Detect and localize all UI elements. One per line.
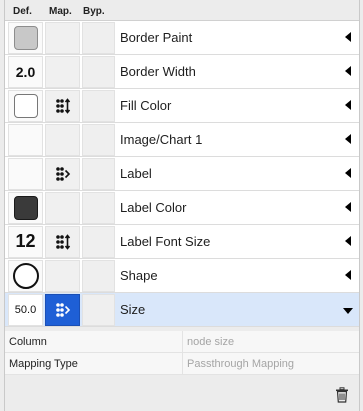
bypass-cell[interactable] <box>82 89 115 122</box>
column-header: Def. Map. Byp. <box>5 0 359 20</box>
map-column-header: Map. <box>49 6 72 17</box>
expand-arrow-icon[interactable] <box>345 168 351 178</box>
gray-swatch-icon <box>13 25 38 50</box>
mapping-cell[interactable] <box>45 89 80 122</box>
mapping-properties-table: Column node size Mapping Type Passthroug… <box>5 331 359 375</box>
property-label: Label Font Size <box>120 234 211 249</box>
default-value-cell[interactable] <box>8 123 43 156</box>
byp-column-header: Byp. <box>83 6 105 17</box>
mapping-type-value[interactable]: Passthrough Mapping <box>183 358 294 370</box>
dark-swatch-icon <box>13 195 38 220</box>
default-value-cell[interactable]: 2.0 <box>8 55 43 88</box>
bypass-cell[interactable] <box>82 259 115 292</box>
default-value-cell[interactable]: 50.0 <box>8 293 43 326</box>
bypass-cell[interactable] <box>82 55 115 88</box>
mapping-cell[interactable] <box>45 157 80 190</box>
mapping-cell[interactable] <box>45 55 80 88</box>
property-row-image-chart-1[interactable]: Image/Chart 1 <box>5 123 359 157</box>
property-row-shape[interactable]: Shape <box>5 259 359 293</box>
expand-arrow-icon[interactable] <box>345 236 351 246</box>
bypass-cell[interactable] <box>82 123 115 156</box>
property-label: Size <box>120 302 146 317</box>
property-key: Column <box>5 331 183 352</box>
bypass-cell[interactable] <box>82 225 115 258</box>
expand-arrow-icon[interactable] <box>345 32 351 42</box>
mapping-cell[interactable] <box>45 259 80 292</box>
def-column-header: Def. <box>13 6 32 17</box>
style-properties-panel: Def. Map. Byp. Border Paint 2.0 Border W… <box>4 0 360 411</box>
property-row-border-width[interactable]: 2.0 Border Width <box>5 55 359 89</box>
property-label: Label Color <box>120 200 187 215</box>
mapping-cell[interactable] <box>45 123 80 156</box>
property-row-label-color[interactable]: Label Color <box>5 191 359 225</box>
default-value-cell[interactable] <box>8 21 43 54</box>
default-value-cell[interactable]: 12 <box>8 225 43 258</box>
expand-arrow-icon[interactable] <box>345 134 351 144</box>
property-key: Mapping Type <box>5 353 183 374</box>
default-value-cell[interactable] <box>8 191 43 224</box>
property-label: Border Width <box>120 64 196 79</box>
continuous-mapping-icon <box>55 97 70 114</box>
default-value-text: 2.0 <box>15 63 36 80</box>
default-value-cell[interactable] <box>8 157 43 190</box>
continuous-mapping-icon <box>55 233 70 250</box>
mapping-cell[interactable] <box>45 21 80 54</box>
mapping-cell[interactable] <box>45 191 80 224</box>
ellipse-shape-icon <box>12 262 39 289</box>
property-label: Image/Chart 1 <box>120 132 203 147</box>
visual-property-list: Border Paint 2.0 Border Width Fill Color… <box>5 20 359 327</box>
property-row-border-paint[interactable]: Border Paint <box>5 21 359 55</box>
mapping-cell[interactable] <box>45 293 80 326</box>
property-row-label[interactable]: Label <box>5 157 359 191</box>
expand-arrow-icon[interactable] <box>345 270 351 280</box>
bypass-cell[interactable] <box>82 293 115 326</box>
bypass-cell[interactable] <box>82 157 115 190</box>
expand-arrow-icon[interactable] <box>345 100 351 110</box>
property-row-size[interactable]: 50.0 Size <box>5 293 359 327</box>
property-label: Label <box>120 166 152 181</box>
mapping-property-row[interactable]: Column node size <box>5 331 359 353</box>
mapping-property-row[interactable]: Mapping Type Passthrough Mapping <box>5 353 359 375</box>
property-label: Shape <box>120 268 158 283</box>
passthrough-mapping-icon <box>55 166 70 181</box>
bypass-cell[interactable] <box>82 21 115 54</box>
bypass-cell[interactable] <box>82 191 115 224</box>
default-value-text: 50.0 <box>14 303 37 316</box>
white-swatch-icon <box>13 93 38 118</box>
collapse-arrow-icon[interactable] <box>343 308 353 314</box>
default-value-text: 12 <box>15 231 36 251</box>
passthrough-mapping-icon <box>55 302 70 317</box>
expand-arrow-icon[interactable] <box>345 66 351 76</box>
property-label: Fill Color <box>120 98 172 113</box>
trash-icon[interactable] <box>335 387 349 403</box>
column-value[interactable]: node size <box>183 336 234 348</box>
default-value-cell[interactable] <box>8 259 43 292</box>
expand-arrow-icon[interactable] <box>345 202 351 212</box>
default-value-cell[interactable] <box>8 89 43 122</box>
mapping-cell[interactable] <box>45 225 80 258</box>
property-row-fill-color[interactable]: Fill Color <box>5 89 359 123</box>
property-row-label-font-size[interactable]: 12 Label Font Size <box>5 225 359 259</box>
property-label: Border Paint <box>120 30 193 45</box>
